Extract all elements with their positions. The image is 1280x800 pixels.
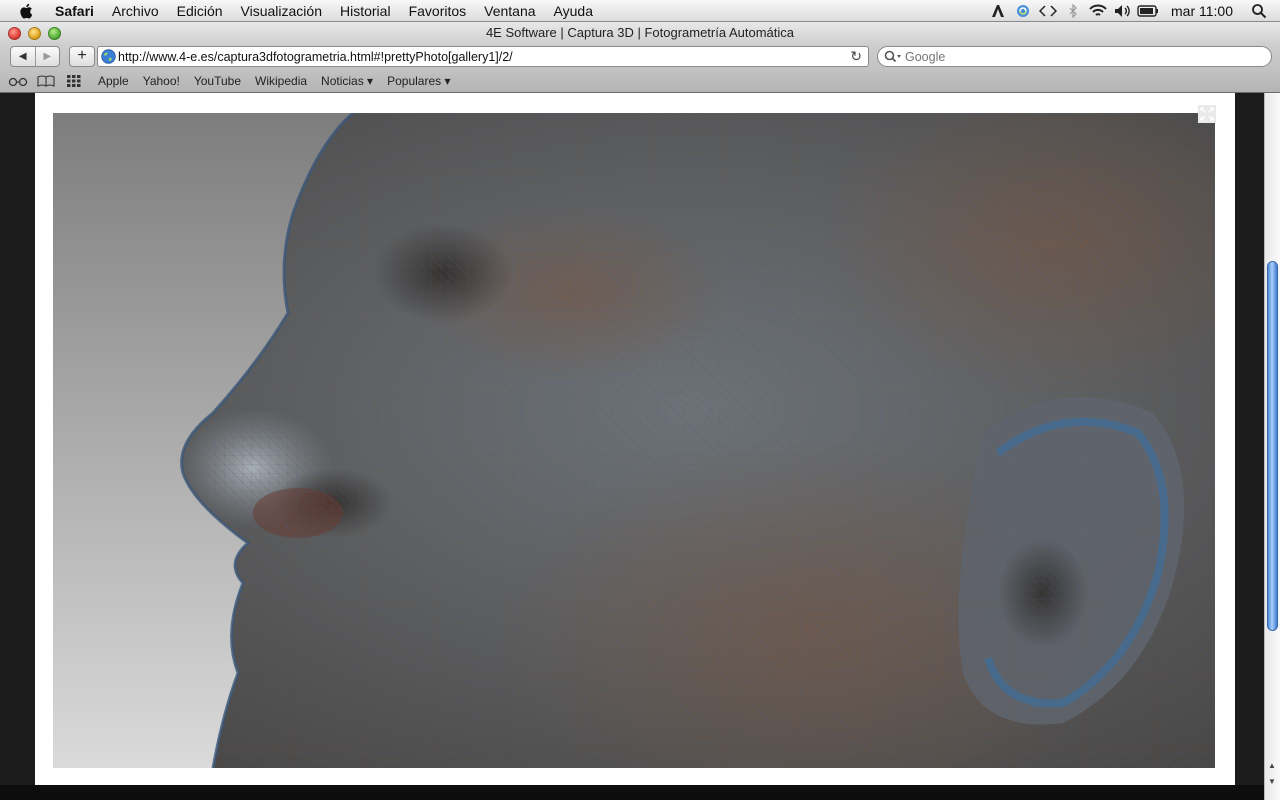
apple-icon[interactable]: [18, 2, 36, 20]
search-input[interactable]: [905, 47, 1255, 66]
back-button[interactable]: ◀: [11, 47, 35, 66]
scrollbar-thumb[interactable]: [1267, 261, 1278, 631]
add-bookmark-button[interactable]: +: [69, 46, 95, 67]
spotlight-icon[interactable]: [1248, 0, 1270, 22]
adobe-icon[interactable]: [987, 0, 1009, 22]
battery-icon[interactable]: [1137, 0, 1159, 22]
address-bar[interactable]: ↻: [97, 46, 869, 67]
wifi-icon[interactable]: [1087, 0, 1109, 22]
scroll-up-arrow-icon[interactable]: ▲: [1268, 761, 1276, 770]
bookmarks-book-icon[interactable]: [36, 74, 56, 88]
menu-extras: mar 11:00: [984, 0, 1280, 22]
menu-ayuda[interactable]: Ayuda: [545, 3, 602, 19]
window-title: 4E Software | Captura 3D | Fotogrametría…: [485, 25, 795, 40]
window-titlebar: 4E Software | Captura 3D | Fotogrametría…: [0, 22, 1280, 44]
page-content: [0, 93, 1264, 800]
plus-icon: +: [77, 47, 87, 64]
menu-visualizacion[interactable]: Visualización: [232, 3, 331, 19]
gallery-image[interactable]: [53, 113, 1215, 768]
search-icon[interactable]: [884, 50, 902, 63]
menu-historial[interactable]: Historial: [331, 3, 400, 19]
sync-icon[interactable]: [1012, 0, 1034, 22]
top-sites-grid-icon[interactable]: [64, 74, 84, 88]
menu-favoritos[interactable]: Favoritos: [400, 3, 476, 19]
vertical-scrollbar[interactable]: ▲ ▼: [1264, 93, 1280, 800]
zoom-window-button[interactable]: [48, 27, 61, 40]
search-bar[interactable]: [877, 46, 1272, 67]
close-window-button[interactable]: [8, 27, 21, 40]
code-icon[interactable]: [1037, 0, 1059, 22]
menu-archivo[interactable]: Archivo: [103, 3, 168, 19]
scroll-down-arrow-icon[interactable]: ▼: [1268, 777, 1276, 786]
menu-edicion[interactable]: Edición: [168, 3, 232, 19]
bookmark-yahoo[interactable]: Yahoo!: [143, 74, 180, 88]
volume-icon[interactable]: [1112, 0, 1134, 22]
bookmark-youtube[interactable]: YouTube: [194, 74, 241, 88]
forward-button[interactable]: ▶: [34, 47, 60, 66]
navigation-buttons: ◀ ▶: [10, 46, 60, 67]
reading-list-icon[interactable]: [8, 74, 28, 88]
bookmark-apple[interactable]: Apple: [98, 74, 129, 88]
menu-app-name[interactable]: Safari: [46, 3, 103, 19]
page-footer-strip: [0, 785, 1264, 800]
lightbox-frame: [35, 93, 1235, 785]
menu-ventana[interactable]: Ventana: [475, 3, 544, 19]
bookmark-noticias[interactable]: Noticias ▾: [321, 74, 373, 88]
forward-arrow-icon: ▶: [43, 51, 52, 62]
bookmark-wikipedia[interactable]: Wikipedia: [255, 74, 307, 88]
face-mesh-render: [53, 113, 1215, 768]
bookmark-populares[interactable]: Populares ▾: [387, 74, 450, 88]
back-arrow-icon: ◀: [18, 51, 27, 62]
expand-icon[interactable]: [1198, 105, 1216, 123]
url-input[interactable]: [118, 47, 838, 66]
bookmarks-bar: Apple Yahoo! YouTube Wikipedia Noticias …: [0, 70, 1280, 93]
bluetooth-icon[interactable]: [1062, 0, 1084, 22]
globe-icon: [101, 49, 116, 64]
minimize-window-button[interactable]: [28, 27, 41, 40]
browser-toolbar: ◀ ▶ + ↻: [0, 44, 1280, 70]
reload-icon[interactable]: ↻: [850, 48, 862, 65]
menu-clock[interactable]: mar 11:00: [1159, 3, 1245, 19]
menu-bar: Safari Archivo Edición Visualización His…: [0, 0, 1280, 22]
